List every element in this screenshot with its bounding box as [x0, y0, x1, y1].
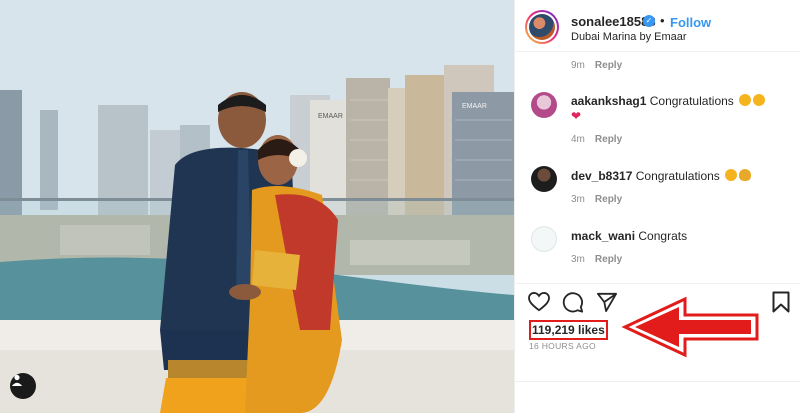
post-timestamp[interactable]: 16 HOURS AGO: [529, 341, 596, 351]
smile-emoji-icon: [753, 94, 766, 106]
comment-body: mack_wani Congrats: [571, 229, 687, 243]
comment-time: 3m: [571, 254, 585, 265]
header-separator: •: [660, 13, 665, 28]
comment-body: aakankshag1 Congratulations ❤: [571, 94, 791, 124]
comment-meta: 3m Reply: [571, 254, 622, 265]
post-photo-scene: EMAAR EMAAR: [0, 0, 514, 413]
comment-meta: 3m Reply: [571, 194, 622, 205]
post-header: sonalee18588 ✓ • Follow Dubai Marina by …: [515, 0, 800, 52]
author-avatar[interactable]: [525, 10, 559, 44]
commenter-avatar[interactable]: [531, 166, 557, 192]
post-actions: 119,219 likes 16 HOURS AGO: [515, 283, 800, 383]
heart-eyes-emoji-icon: [725, 169, 738, 181]
tower-sign-right: EMAAR: [462, 103, 487, 110]
comment-button[interactable]: [561, 290, 585, 314]
comment-username[interactable]: dev_b8317: [571, 169, 632, 183]
comment-meta: 9m Reply: [571, 60, 622, 71]
speech-bubble-icon: [562, 292, 584, 313]
comment-time: 3m: [571, 194, 585, 205]
post-side-panel: sonalee18588 ✓ • Follow Dubai Marina by …: [514, 0, 800, 413]
post-photo[interactable]: EMAAR EMAAR: [0, 0, 514, 413]
reply-button[interactable]: Reply: [595, 134, 622, 145]
red-annotation-arrow-icon: [621, 296, 759, 358]
comment-meta: 4m Reply: [571, 134, 622, 145]
comment-username[interactable]: mack_wani: [571, 229, 635, 243]
reply-button[interactable]: Reply: [595, 60, 622, 71]
fire-emoji-icon: [739, 169, 752, 181]
comment-text: Congratulations: [649, 94, 734, 108]
comment-text: Congratulations: [635, 169, 720, 183]
red-heart-emoji-icon: ❤: [571, 109, 582, 123]
heart-eyes-emoji-icon: [739, 94, 752, 106]
paper-plane-icon: [597, 292, 617, 312]
comment-username[interactable]: aakankshag1: [571, 94, 646, 108]
like-count[interactable]: 119,219 likes: [529, 320, 608, 340]
comment-body: dev_b8317 Congratulations: [571, 169, 752, 183]
comment-time: 9m: [571, 60, 585, 71]
tower-sign-left: EMAAR: [318, 113, 343, 120]
like-button[interactable]: [527, 290, 551, 314]
share-button[interactable]: [595, 290, 619, 314]
commenter-avatar[interactable]: [531, 226, 557, 252]
photo-tags-button[interactable]: [10, 373, 36, 399]
comment-text: Congrats: [638, 229, 688, 243]
post-location[interactable]: Dubai Marina by Emaar: [571, 31, 687, 43]
follow-button[interactable]: Follow: [670, 15, 711, 30]
comment-time: 4m: [571, 134, 585, 145]
divider: [515, 381, 800, 382]
heart-outline-icon: [528, 292, 550, 312]
user-tag-icon: [11, 374, 23, 386]
reply-button[interactable]: Reply: [595, 194, 622, 205]
commenter-avatar[interactable]: [531, 92, 557, 118]
verified-check-icon: ✓: [643, 15, 655, 27]
bookmark-icon: [772, 291, 790, 313]
save-button[interactable]: [769, 290, 793, 314]
reply-button[interactable]: Reply: [595, 254, 622, 265]
